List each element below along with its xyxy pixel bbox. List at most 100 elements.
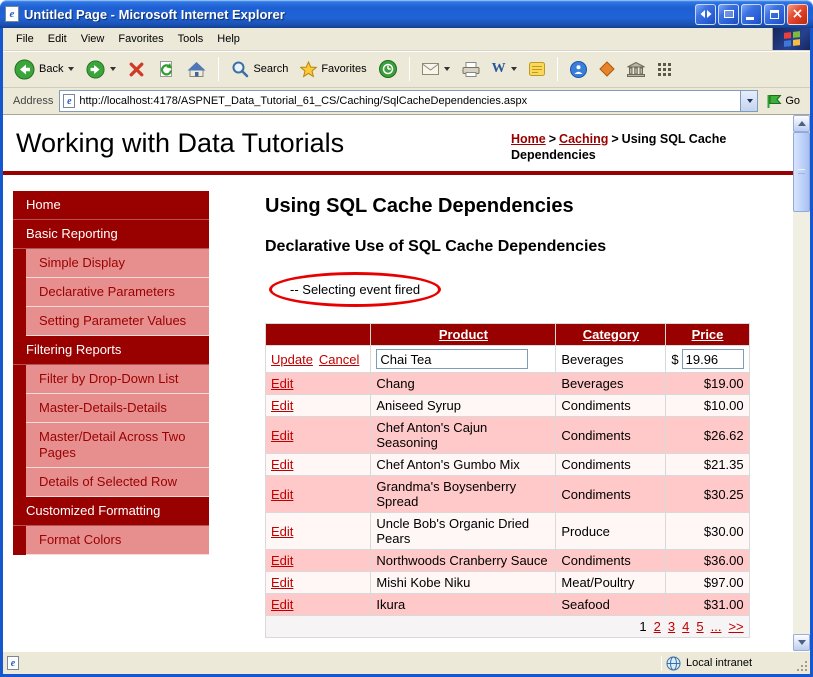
address-label: Address: [13, 95, 54, 107]
pager-next-link[interactable]: >>: [728, 619, 743, 634]
print-button[interactable]: [457, 59, 485, 80]
breadcrumb-link-caching[interactable]: Caching: [559, 132, 608, 146]
edit-link[interactable]: Edit: [271, 376, 293, 391]
addon-grid-button[interactable]: [652, 59, 677, 80]
edit-in-word-button[interactable]: W: [487, 58, 522, 80]
row-actions: Edit: [264, 372, 372, 395]
price-cell: $30.25: [665, 475, 750, 513]
product-cell: Chef Anton's Gumbo Mix: [370, 453, 557, 476]
restore-panels-button[interactable]: [695, 3, 716, 25]
category-cell: Condiments: [555, 416, 667, 454]
minimize-button[interactable]: [741, 3, 762, 25]
product-edit-input[interactable]: [376, 349, 529, 369]
messenger-button[interactable]: [565, 58, 592, 81]
stop-button[interactable]: [123, 58, 150, 81]
currency-symbol: $: [671, 351, 679, 367]
title-bar[interactable]: e Untitled Page - Microsoft Internet Exp…: [0, 0, 813, 28]
scroll-up-button[interactable]: [793, 115, 810, 132]
sidebar-section-filtering-reports[interactable]: Filtering Reports: [13, 336, 209, 365]
search-button[interactable]: Search: [226, 57, 293, 81]
pager-page-5[interactable]: 5: [696, 619, 703, 634]
edit-link[interactable]: Edit: [271, 428, 293, 443]
sort-category-link[interactable]: Category: [583, 327, 639, 342]
pager-row: 1 2 3 4 5... >>: [265, 615, 750, 638]
word-icon: W: [491, 61, 506, 76]
price-edit-input[interactable]: [681, 349, 744, 369]
pager-more-link[interactable]: ...: [711, 619, 722, 634]
pager-page-3[interactable]: 3: [668, 619, 675, 634]
home-icon: [187, 61, 206, 77]
edit-link[interactable]: Edit: [271, 575, 293, 590]
address-field: e: [59, 90, 759, 112]
menu-help[interactable]: Help: [210, 30, 247, 48]
minimize-icon: [746, 16, 754, 20]
status-message-panel: e: [7, 656, 657, 670]
toolbar: Back Search Favorites W: [3, 51, 810, 88]
sidebar-item-simple-display[interactable]: Simple Display: [26, 249, 209, 278]
menu-view[interactable]: View: [74, 30, 112, 48]
refresh-button[interactable]: [152, 57, 180, 81]
sidebar-section-customized-formatting[interactable]: Customized Formatting: [13, 497, 209, 526]
status-page-icon: e: [7, 656, 19, 670]
favorites-label: Favorites: [321, 63, 367, 75]
close-button[interactable]: ×: [787, 3, 808, 25]
sidebar-item-details-of-selected-row[interactable]: Details of Selected Row: [26, 468, 209, 497]
sidebar-item-home[interactable]: Home: [13, 191, 209, 220]
menu-edit[interactable]: Edit: [41, 30, 74, 48]
menu-file[interactable]: File: [9, 30, 41, 48]
sidebar-item-setting-parameter-values[interactable]: Setting Parameter Values: [26, 307, 209, 336]
sort-product-link[interactable]: Product: [439, 327, 488, 342]
messenger-icon: [569, 60, 587, 78]
history-button[interactable]: [374, 57, 402, 81]
sidebar-item-master-detail-across-two-pages[interactable]: Master/Detail Across Two Pages: [26, 423, 209, 468]
sidebar-item-format-colors[interactable]: Format Colors: [26, 526, 209, 555]
mail-button[interactable]: [417, 60, 455, 78]
home-button[interactable]: [182, 58, 211, 81]
products-grid: Product Category Price Update Cancel Cha…: [264, 323, 750, 638]
price-edit-group: $: [671, 349, 744, 369]
go-label: Go: [785, 95, 800, 107]
breadcrumb-link-home[interactable]: Home: [511, 132, 546, 146]
edit-link[interactable]: Edit: [271, 597, 293, 612]
sidebar-item-declarative-parameters[interactable]: Declarative Parameters: [26, 278, 209, 307]
forward-button[interactable]: [81, 57, 121, 82]
scrollbar-thumb[interactable]: [793, 132, 810, 212]
edit-link[interactable]: Edit: [271, 398, 293, 413]
back-button[interactable]: Back: [9, 56, 79, 83]
forward-icon: [86, 59, 106, 79]
event-message-line: -- Selecting event fired: [269, 272, 770, 307]
product-cell: Aniseed Syrup: [370, 394, 557, 417]
sort-price-link[interactable]: Price: [692, 327, 724, 342]
category-cell: Produce: [555, 512, 667, 550]
menu-tools[interactable]: Tools: [171, 30, 211, 48]
research-button[interactable]: [622, 59, 650, 80]
go-button[interactable]: Go: [764, 92, 806, 111]
price-cell: $10.00: [665, 394, 750, 417]
sidebar-item-filter-by-drop-down-list[interactable]: Filter by Drop-Down List: [26, 365, 209, 394]
window-panel-button[interactable]: [718, 3, 739, 25]
discuss-button[interactable]: [524, 59, 550, 79]
address-dropdown-button[interactable]: [740, 91, 758, 111]
pager-page-2[interactable]: 2: [654, 619, 661, 634]
edit-link[interactable]: Edit: [271, 553, 293, 568]
cancel-link[interactable]: Cancel: [319, 352, 359, 367]
edit-link[interactable]: Edit: [271, 487, 293, 502]
update-link[interactable]: Update: [271, 352, 313, 367]
address-input[interactable]: [75, 92, 741, 110]
sidebar-item-master-details-details[interactable]: Master-Details-Details: [26, 394, 209, 423]
window-title: Untitled Page - Microsoft Internet Explo…: [24, 6, 285, 22]
resize-grip[interactable]: [795, 659, 808, 672]
price-cell: $97.00: [665, 571, 750, 594]
sidebar-section-basic-reporting[interactable]: Basic Reporting: [13, 220, 209, 249]
forward-dropdown-icon: [110, 67, 117, 71]
addon-orange-button[interactable]: [594, 58, 620, 80]
menu-favorites[interactable]: Favorites: [111, 30, 170, 48]
maximize-button[interactable]: [764, 3, 785, 25]
building-icon: [626, 61, 645, 77]
pager-page-4[interactable]: 4: [682, 619, 689, 634]
edit-link[interactable]: Edit: [271, 524, 293, 539]
favorites-button[interactable]: Favorites: [295, 58, 371, 81]
vertical-scrollbar[interactable]: [793, 115, 810, 651]
edit-link[interactable]: Edit: [271, 457, 293, 472]
scroll-down-button[interactable]: [793, 634, 810, 651]
